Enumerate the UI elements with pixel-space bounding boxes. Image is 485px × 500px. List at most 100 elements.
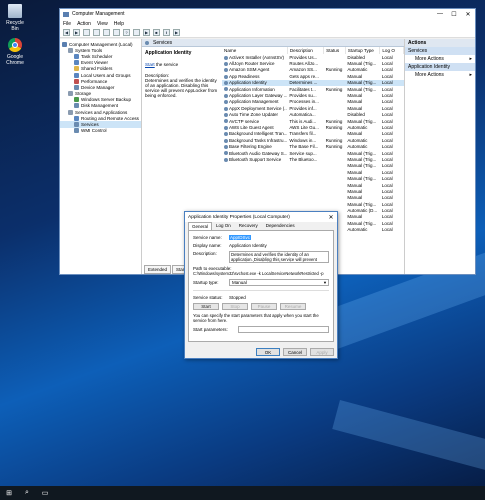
cell-text: Manual	[347, 214, 363, 220]
tree-item-label: Computer Management (Local)	[69, 41, 133, 47]
up-icon[interactable]	[83, 29, 90, 36]
column-header[interactable]: Status	[323, 47, 346, 54]
table-cell: Manual (Trig...	[345, 118, 379, 124]
table-cell: AWS Lite Gu...	[287, 124, 323, 130]
start-service-suffix: the service	[154, 62, 179, 67]
cell-text: Background Tasks Infrastru...	[229, 137, 288, 143]
cell-text: Local	[381, 73, 393, 79]
more-actions-application-identity[interactable]: More Actions ▸	[405, 71, 475, 79]
actions-section-services[interactable]: Services	[405, 47, 475, 55]
service-gear-icon	[224, 87, 228, 92]
column-header[interactable]: Description	[287, 47, 325, 54]
taskbar: ⊞ ⌕ ▭	[0, 486, 485, 500]
cell-text: Manual (Trig...	[347, 80, 377, 86]
menu-action[interactable]: Action	[77, 21, 91, 27]
start-service-link[interactable]: Start	[145, 62, 155, 67]
actions-section-application-identity[interactable]: Application Identity	[405, 63, 475, 71]
show-tree-icon[interactable]	[93, 29, 100, 36]
display-name-value[interactable]: Application Identity	[229, 243, 267, 248]
start-button-windows[interactable]: ⊞	[0, 486, 18, 500]
cell-text: Manual	[347, 195, 363, 201]
back-icon[interactable]: ◀	[63, 29, 70, 36]
stop-icon[interactable]: ■	[153, 29, 160, 36]
close-button[interactable]: ✕	[461, 11, 475, 18]
search-icon[interactable]: ⌕	[18, 486, 36, 500]
tab-extended[interactable]: Extended	[144, 265, 172, 274]
task-view-icon[interactable]: ▭	[36, 486, 54, 500]
more-actions-services[interactable]: More Actions ▸	[405, 55, 475, 63]
menu-file[interactable]: File	[63, 21, 71, 27]
cell-text: Running	[325, 137, 343, 143]
description-textbox[interactable]: Determines and verifies the identity of …	[229, 251, 329, 263]
startup-type-select[interactable]: Manual ▼	[229, 279, 329, 286]
cell-text: Automatic (D...	[347, 208, 378, 214]
stop-button[interactable]: Stop	[222, 303, 248, 310]
start-parameters-input[interactable]	[237, 326, 329, 333]
tab-recovery[interactable]: Recovery	[235, 221, 262, 230]
path-value[interactable]: C:\Windows\system32\svchost.exe -k Local…	[193, 271, 324, 276]
tree-item-label: Performance	[81, 78, 108, 84]
column-header[interactable]: Startup Type	[345, 47, 381, 54]
menu-help[interactable]: Help	[114, 21, 124, 27]
maximize-button[interactable]: ☐	[447, 11, 461, 18]
tree-item[interactable]: WMI Control	[60, 128, 141, 134]
tree-item-label: Local Users and Groups	[81, 72, 131, 78]
cell-text: Application Management	[229, 99, 279, 105]
service-name-value[interactable]: AppIDSvc	[229, 235, 252, 240]
pause-button[interactable]: Pause	[251, 303, 277, 310]
tab-general[interactable]: General	[188, 222, 213, 230]
cell-text: Running	[325, 118, 343, 124]
table-cell: Manual (Trig...	[345, 86, 379, 92]
desktop-icon-label: Google Chrome	[6, 54, 24, 66]
desktop-icon-recycle-bin[interactable]: Recycle Bin	[2, 4, 28, 32]
cell-text: Automatic	[347, 137, 368, 143]
ok-button[interactable]: OK	[256, 348, 280, 356]
export-icon[interactable]	[113, 29, 120, 36]
menu-bar: File Action View Help	[60, 19, 475, 28]
cell-text: Local	[381, 80, 393, 86]
properties-icon[interactable]	[133, 29, 140, 36]
tree-node-icon	[74, 78, 79, 84]
cell-text: Local	[381, 182, 393, 188]
window-titlebar[interactable]: Computer Management — ☐ ✕	[60, 9, 475, 19]
dialog-close-button[interactable]: ✕	[325, 214, 337, 221]
cell-text: Service sup...	[289, 150, 317, 156]
desktop-icon-google-chrome[interactable]: Google Chrome	[2, 38, 28, 66]
table-cell: Manual (Trig...	[345, 163, 379, 169]
tree-item-label: Routing and Remote Access	[81, 115, 139, 121]
cell-text: Local	[381, 156, 393, 162]
cell-text: App Readiness	[229, 73, 260, 79]
tree-node-icon	[74, 128, 79, 134]
table-cell: Manual (Trig...	[345, 156, 379, 162]
minimize-button[interactable]: —	[433, 11, 447, 18]
pause-icon[interactable]: ‖	[163, 29, 170, 36]
resume-button[interactable]: Resume	[280, 303, 306, 310]
cell-text: Windows in...	[289, 137, 317, 143]
cancel-button[interactable]: Cancel	[283, 348, 307, 356]
table-cell: Background Tasks Infrastru...	[222, 137, 287, 143]
menu-view[interactable]: View	[97, 21, 108, 27]
column-header[interactable]: Name	[222, 47, 288, 54]
tab-log-on[interactable]: Log On	[212, 221, 235, 230]
forward-icon[interactable]: ▶	[73, 29, 80, 36]
help-icon[interactable]: ?	[123, 29, 130, 36]
tab-dependencies[interactable]: Dependencies	[262, 221, 299, 230]
column-header[interactable]: Log O	[379, 47, 404, 54]
cell-text: Local	[381, 99, 393, 105]
refresh-icon[interactable]	[103, 29, 110, 36]
tree-item[interactable]: Computer Management (Local)	[60, 41, 141, 47]
tree-node-icon	[62, 41, 67, 47]
apply-button[interactable]: Apply	[310, 348, 334, 356]
service-status-label: Service status:	[193, 295, 223, 300]
service-gear-icon	[224, 93, 228, 98]
window-title: Computer Management	[72, 11, 125, 17]
description-label: Description:	[193, 251, 217, 256]
play-icon[interactable]: ▶	[143, 29, 150, 36]
start-button[interactable]: Start	[193, 303, 219, 310]
tree-node-icon	[74, 72, 79, 78]
general-tab-panel: Service name: AppIDSvc Display name: App…	[188, 230, 334, 342]
table-cell: Application Layer Gateway ...	[222, 92, 287, 98]
restart-icon[interactable]: ▶	[173, 29, 180, 36]
service-description: Determines and verifies the identity of …	[145, 78, 218, 98]
cell-text: Manual (Trig...	[347, 118, 377, 124]
